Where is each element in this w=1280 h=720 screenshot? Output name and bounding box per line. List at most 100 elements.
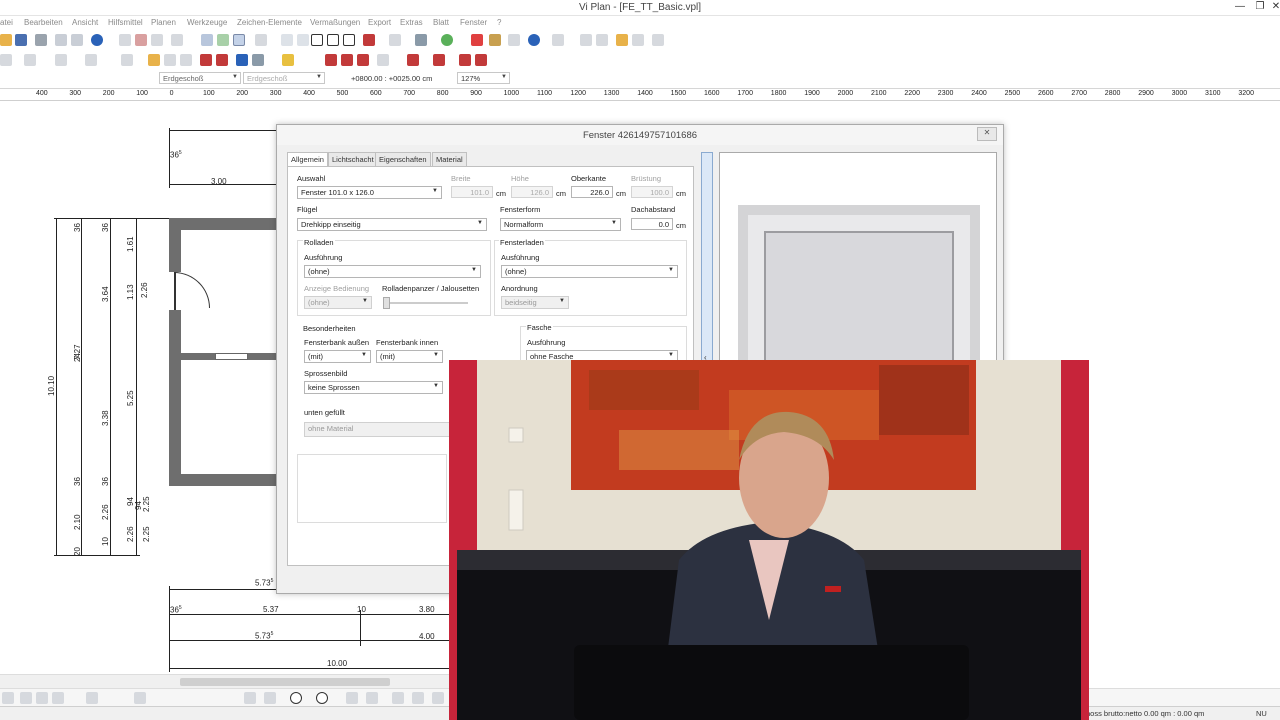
red-tool-1-icon[interactable] [325, 54, 337, 66]
wand2-icon[interactable] [596, 34, 608, 46]
tool-i-icon[interactable] [52, 692, 64, 704]
tool-m-icon[interactable] [392, 692, 404, 704]
tool-a-icon[interactable] [0, 54, 12, 66]
rolladenpanzer-slider-thumb[interactable] [383, 297, 390, 309]
menu-werkzeuge[interactable]: Werkzeuge [187, 18, 227, 27]
sprossenbild-select[interactable]: keine Sprossen ▼ [304, 381, 443, 394]
text-tool-icon[interactable] [346, 692, 358, 704]
roof-icon[interactable] [216, 54, 228, 66]
pen-icon[interactable] [552, 34, 564, 46]
menu-extras[interactable]: Extras [400, 18, 423, 27]
fensterbank-innen-select[interactable]: (mit) ▼ [376, 350, 443, 363]
snap-icon[interactable] [217, 34, 229, 46]
plugin-icon[interactable] [652, 34, 664, 46]
menu-planen[interactable]: Planen [151, 18, 176, 27]
layer-icon[interactable] [281, 34, 293, 46]
home-icon[interactable] [24, 54, 36, 66]
tool-o-icon[interactable] [432, 692, 444, 704]
symbol-icon[interactable] [252, 54, 264, 66]
cursor-icon[interactable] [389, 34, 401, 46]
r-icon[interactable] [343, 34, 355, 46]
wall-inner[interactable] [181, 353, 215, 360]
save-icon[interactable] [15, 34, 27, 46]
tool-j-icon[interactable] [86, 692, 98, 704]
red-tool-6-icon[interactable] [459, 54, 471, 66]
tool-g-icon[interactable] [20, 692, 32, 704]
window-symbol[interactable] [215, 353, 248, 360]
menu-fenster[interactable]: Fenster [460, 18, 487, 27]
delete-element-icon[interactable] [363, 34, 375, 46]
fensterladen-ausfuehrung-select[interactable]: (ohne) ▼ [501, 265, 678, 278]
oberkante-input[interactable]: 226.0 [571, 186, 613, 198]
horizontal-scrollbar[interactable] [0, 674, 449, 688]
minimize-icon[interactable]: — [1232, 1, 1248, 12]
restore-icon[interactable]: ❐ [1252, 1, 1268, 12]
render-icon[interactable] [415, 34, 427, 46]
column-icon[interactable] [164, 54, 176, 66]
wall-inner-2[interactable] [248, 353, 276, 360]
ellipse-tool-icon[interactable] [316, 692, 328, 704]
menu-bearbeiten[interactable]: Bearbeiten [24, 18, 63, 27]
tool-l-icon[interactable] [244, 692, 256, 704]
tool-k-icon[interactable] [134, 692, 146, 704]
tab-lichtschacht[interactable]: Lichtschacht [328, 152, 378, 166]
tool-h-icon[interactable] [36, 692, 48, 704]
cancel-icon[interactable] [471, 34, 483, 46]
menu-vermassungen[interactable]: Vermaßungen [310, 18, 360, 27]
red-tool-2-icon[interactable] [341, 54, 353, 66]
menu-blatt[interactable]: Blatt [433, 18, 449, 27]
tools-icon[interactable] [489, 34, 501, 46]
euro-icon[interactable] [528, 34, 540, 46]
floor-select[interactable]: Erdgeschoß ▼ [159, 72, 241, 84]
wall-icon[interactable] [121, 54, 133, 66]
menu-zeichen-elemente[interactable]: Zeichen-Elemente [237, 18, 302, 27]
red-tool-4-icon[interactable] [407, 54, 419, 66]
wall-left-lower[interactable] [169, 310, 181, 486]
room-icon[interactable] [236, 54, 248, 66]
layer2-icon[interactable] [297, 34, 309, 46]
rolladenpanzer-slider[interactable] [383, 302, 468, 304]
menu-hilfsmittel[interactable]: Hilfsmittel [108, 18, 143, 27]
menu-help[interactable]: ? [497, 18, 501, 27]
wall-left-upper[interactable] [169, 218, 181, 272]
add-icon[interactable] [441, 34, 453, 46]
image-icon[interactable] [632, 34, 644, 46]
red-tool-5-icon[interactable] [433, 54, 445, 66]
grid-icon[interactable] [233, 34, 245, 46]
menu-ansicht[interactable]: Ansicht [72, 18, 98, 27]
tab-eigenschaften[interactable]: Eigenschaften [375, 152, 431, 166]
line-tool-icon[interactable] [264, 692, 276, 704]
print-icon[interactable] [35, 34, 47, 46]
menu-datei[interactable]: atei [0, 18, 13, 27]
door-leaf[interactable] [174, 272, 176, 310]
s-icon[interactable] [327, 34, 339, 46]
bold-b-icon[interactable] [311, 34, 323, 46]
tool-c-icon[interactable] [55, 54, 67, 66]
scrollbar-thumb[interactable] [180, 678, 390, 686]
tool-n-icon[interactable] [412, 692, 424, 704]
circle-tool-icon[interactable] [290, 692, 302, 704]
pan-hand-icon[interactable] [171, 34, 183, 46]
transform-icon[interactable] [508, 34, 520, 46]
zoom-fit-icon[interactable] [135, 34, 147, 46]
menu-export[interactable]: Export [368, 18, 391, 27]
fensterbank-aussen-select[interactable]: (mit) ▼ [304, 350, 371, 363]
open-icon[interactable] [0, 34, 12, 46]
info-icon[interactable] [91, 34, 103, 46]
fluegel-select[interactable]: Drehkipp einseitig ▼ [297, 218, 487, 231]
text-i-icon[interactable] [180, 54, 192, 66]
select-icon[interactable] [201, 34, 213, 46]
dialog-close-icon[interactable]: ✕ [977, 127, 997, 141]
zoom-select[interactable]: 127% ▼ [457, 72, 510, 84]
close-icon[interactable]: ✕ [1268, 1, 1280, 12]
measure-icon[interactable] [255, 34, 267, 46]
wall-bottom[interactable] [169, 474, 276, 486]
zoom-window-icon[interactable] [119, 34, 131, 46]
wall-top[interactable] [169, 218, 276, 230]
rolladen-ausfuehrung-select[interactable]: (ohne) ▼ [304, 265, 481, 278]
wand-icon[interactable] [580, 34, 592, 46]
tool-f-icon[interactable] [2, 692, 14, 704]
dachabstand-input[interactable]: 0.0 [631, 218, 673, 230]
terrain-icon[interactable] [282, 54, 294, 66]
auswahl-select[interactable]: Fenster 101.0 x 126.0 ▼ [297, 186, 442, 199]
